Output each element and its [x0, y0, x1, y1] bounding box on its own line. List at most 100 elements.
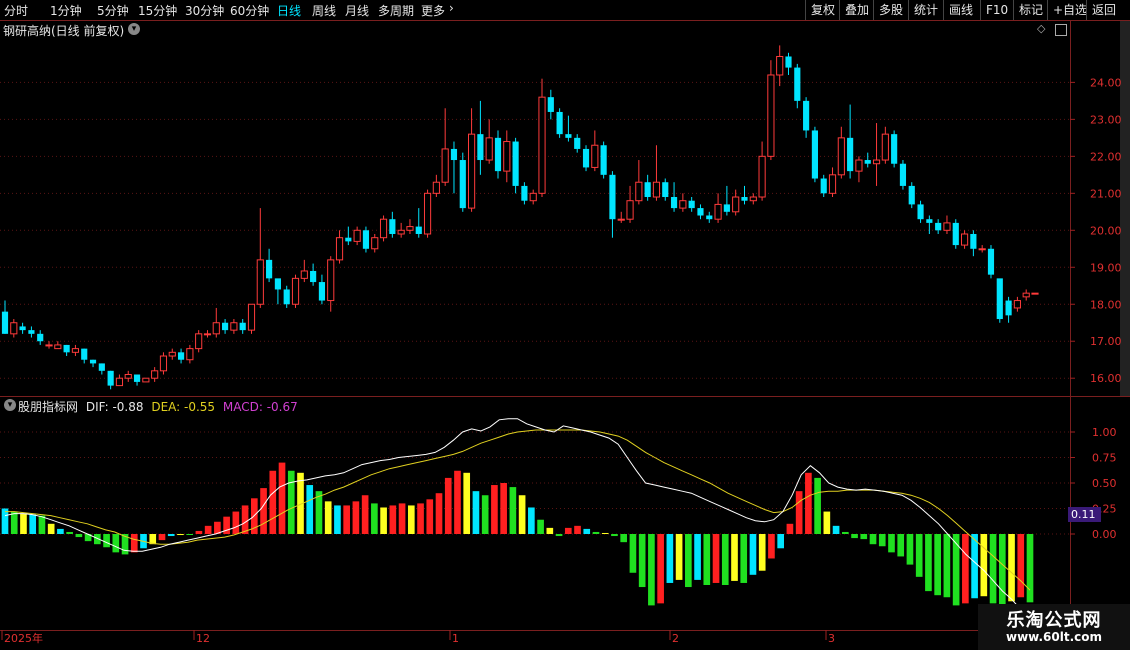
macd-value-badge: 0.11 — [1068, 507, 1101, 522]
macd-bar-46 — [426, 499, 434, 534]
price-tick-5: 19.00 — [1090, 261, 1122, 274]
candle-body-99 — [872, 159, 881, 165]
macd-bar-28 — [260, 488, 267, 534]
candle-body-63 — [556, 111, 563, 135]
time-tick-4: 3 — [828, 632, 835, 645]
candle-body-48 — [423, 192, 432, 235]
macd-bar-84 — [777, 534, 784, 549]
price-tick-7: 17.00 — [1090, 335, 1122, 348]
macd-bar-87 — [805, 472, 812, 534]
macd-bar-57 — [528, 507, 535, 534]
macd-bar-98 — [906, 534, 914, 565]
indicator-axis: 1.000.750.500.250.00 — [1070, 426, 1117, 541]
candle-body-56 — [494, 137, 502, 172]
candle-body-71 — [626, 200, 634, 220]
candle-body-28 — [247, 303, 256, 331]
macd-bar-78 — [721, 534, 729, 585]
indicator-dropdown-icon[interactable]: ▾ — [4, 399, 16, 411]
macd-bar-96 — [888, 534, 895, 553]
candle-body-67 — [591, 144, 599, 168]
candle-body-29 — [256, 259, 264, 305]
candle-body-2 — [19, 326, 26, 331]
macd-bar-42 — [389, 505, 397, 534]
candle-body-83 — [732, 196, 740, 213]
macd-bar-61 — [564, 527, 572, 534]
macd-histogram — [1, 462, 1034, 608]
macd-bar-105 — [971, 534, 978, 599]
macd-bar-69 — [638, 534, 646, 588]
macd-bar-68 — [629, 534, 637, 573]
candle-body-8 — [71, 348, 80, 353]
candle-body-32 — [283, 289, 290, 305]
macd-bar-45 — [417, 503, 424, 534]
candle-body-23 — [203, 333, 212, 336]
candle-body-17 — [151, 370, 159, 379]
macd-bar-89 — [823, 511, 831, 534]
macd-bar-65 — [601, 532, 609, 534]
macd-bar-104 — [962, 534, 969, 604]
candle-body-22 — [195, 333, 203, 350]
candle-body-114 — [1005, 300, 1012, 316]
candle-body-62 — [547, 97, 554, 112]
macd-bar-99 — [915, 534, 923, 577]
ind-tick-2: 0.50 — [1092, 477, 1117, 490]
candle-body-95 — [837, 137, 845, 176]
candle-body-89 — [785, 56, 792, 68]
ind-tick-0: 1.00 — [1092, 426, 1117, 439]
candle-body-66 — [582, 148, 590, 168]
indicator-name[interactable]: 股朋指标网 — [18, 400, 78, 414]
macd-bar-101 — [934, 534, 941, 596]
dea-line — [5, 429, 1031, 591]
candle-body-15 — [133, 374, 141, 382]
candle-body-90 — [794, 67, 801, 101]
macd-bar-91 — [841, 531, 849, 534]
candle-body-24 — [212, 322, 220, 335]
candle-body-7 — [63, 344, 70, 353]
candle-body-76 — [670, 197, 678, 209]
macd-bar-43 — [398, 503, 406, 534]
macd-bar-25 — [232, 511, 240, 534]
price-chart[interactable]: 24.0023.0022.0021.0020.0019.0018.0017.00… — [0, 0, 1130, 650]
macd-bar-44 — [407, 505, 415, 534]
macd-bar-55 — [509, 487, 517, 534]
macd-bar-94 — [869, 534, 877, 545]
macd-bar-7 — [66, 531, 73, 534]
macd-bar-21 — [195, 530, 203, 534]
macd-bar-62 — [574, 525, 581, 534]
candle-body-73 — [644, 182, 651, 198]
macd-bar-35 — [324, 501, 332, 534]
candle-body-117 — [1031, 292, 1039, 295]
candle-body-6 — [54, 344, 62, 350]
macd-bar-107 — [989, 534, 997, 604]
candle-body-9 — [81, 348, 88, 360]
macd-bar-51 — [472, 491, 480, 534]
macd-bar-41 — [380, 507, 387, 534]
macd-bar-59 — [546, 527, 554, 534]
chart-grid — [0, 20, 1130, 631]
macd-bar-31 — [287, 470, 295, 534]
candle-body-112 — [987, 248, 995, 275]
macd-bar-50 — [463, 472, 471, 534]
macd-bar-11 — [103, 534, 110, 548]
candle-body-13 — [115, 377, 124, 387]
macd-bar-20 — [186, 534, 194, 536]
candle-body-79 — [697, 208, 704, 216]
candle-body-75 — [662, 182, 669, 198]
candle-body-106 — [935, 222, 942, 231]
candle-body-64 — [565, 134, 572, 138]
candle-body-16 — [142, 377, 150, 383]
ind-tick-1: 0.75 — [1092, 452, 1117, 465]
macd-bar-102 — [943, 534, 951, 598]
candle-body-47 — [415, 226, 422, 234]
time-tick-1: 12 — [196, 632, 210, 645]
macd-bar-2 — [20, 513, 27, 534]
price-tick-0: 24.00 — [1090, 76, 1122, 89]
macd-bar-103 — [952, 534, 960, 606]
macd-bar-60 — [555, 534, 563, 537]
candle-body-98 — [864, 160, 871, 164]
candle-body-37 — [327, 259, 335, 302]
candle-body-105 — [926, 219, 933, 223]
candle-body-87 — [767, 74, 775, 157]
candle-body-115 — [1013, 300, 1021, 309]
macd-bar-0 — [1, 508, 9, 534]
